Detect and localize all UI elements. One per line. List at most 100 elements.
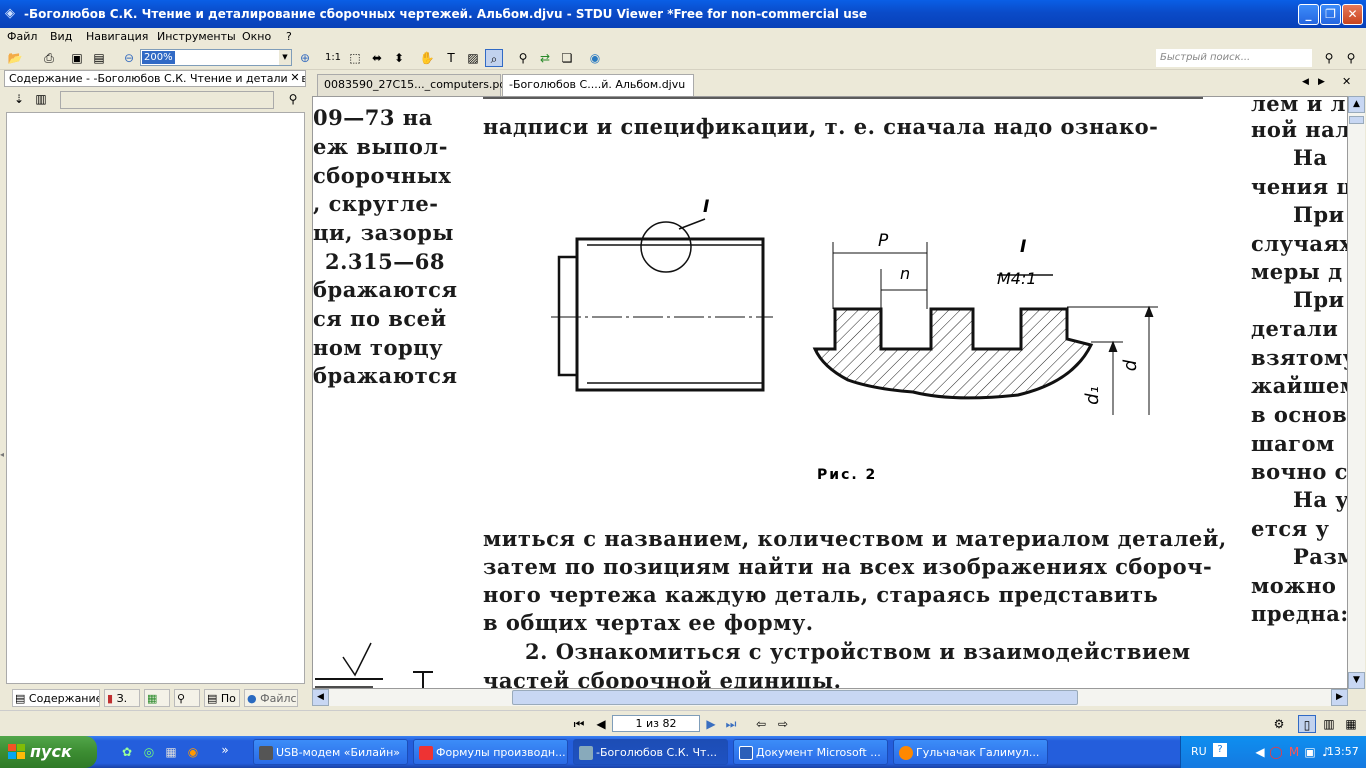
menu-help[interactable]: ? [286,30,292,43]
document-view[interactable]: 09—73 на еж выпол- сборочных , скругле- … [312,96,1348,689]
thumbnails-icon: ▦ [147,692,158,705]
bookmark-add-icon[interactable]: ⇣ [10,90,28,108]
vertical-scroll-thumb[interactable] [1349,116,1364,124]
first-page-icon[interactable]: ⏮ [570,715,588,733]
history-forward-icon[interactable]: ⇨ [774,715,792,733]
document-tabs: 0083590_27C15..._computers.pdf -Боголюбо… [312,72,1366,96]
tab-pdf-document[interactable]: 0083590_27C15..._computers.pdf [317,74,510,96]
last-page-icon[interactable]: ⏭ [722,715,740,733]
find-icon[interactable]: ⚲ [514,49,532,67]
zoom-out-icon[interactable]: ⊖ [120,49,138,67]
quicklaunch-icon[interactable]: ✿ [118,743,136,761]
zoom-tool-icon[interactable]: ⌕ [485,49,503,67]
tab-thumbnails[interactable]: ▦ [144,689,170,707]
start-button[interactable]: пуск [0,736,97,768]
menu-window[interactable]: Окно [242,30,271,43]
diameter-label: d [1120,359,1142,372]
detail-scale-label: M4:1 [997,269,1037,288]
fit-height-icon[interactable]: ⬍ [390,49,408,67]
select-text-icon[interactable]: T [442,49,460,67]
help-icon[interactable]: ? [1213,743,1227,757]
close-button[interactable]: ✕ [1342,4,1363,25]
minimize-button[interactable]: _ [1298,4,1319,25]
settings-icon[interactable]: ⚙ [1270,715,1288,733]
copy-icon[interactable]: ❏ [558,49,576,67]
select-image-icon[interactable]: ▨ [464,49,482,67]
scroll-right-icon[interactable]: ▶ [1331,689,1348,706]
tab-next-icon[interactable]: ▶ [1318,77,1325,87]
single-page-icon[interactable]: ▯ [1298,715,1316,733]
tab-search[interactable]: ⚲ [174,689,200,707]
detail-title-label: I [1020,237,1027,257]
bookmark-edit-icon[interactable]: ▥ [32,90,50,108]
maximize-button[interactable]: ❐ [1320,4,1341,25]
sidebar-search-input[interactable] [60,91,274,109]
menu-file[interactable]: Файл [7,30,37,43]
quicklaunch-icon[interactable]: ◎ [140,743,158,761]
clock: 13:57 [1327,745,1359,758]
vertical-scrollbar[interactable]: ▲ ▼ [1348,96,1365,689]
search-icon[interactable]: ⚲ [1320,49,1338,67]
task-browser[interactable]: Формулы производн... [413,739,568,765]
window-title: -Боголюбов С.К. Чтение и деталирование с… [24,7,868,21]
task-word[interactable]: Документ Microsoft ... [733,739,888,765]
sidebar-close-icon[interactable]: ✕ [288,71,302,85]
contents-panel [6,112,305,684]
next-page-icon[interactable]: ▶ [702,715,720,733]
quicklaunch-icon[interactable]: ▦ [162,743,180,761]
quick-search-input[interactable]: Быстрый поиск... [1156,49,1312,67]
two-pages-icon[interactable]: ▥ [1320,715,1338,733]
zoom-in-icon[interactable]: ⊕ [296,49,314,67]
zoom-combo[interactable]: 200% ▼ [140,49,292,66]
pages-tab-icon: ▤ [207,692,221,705]
more-icon[interactable]: » [216,741,234,759]
tab-prev-icon[interactable]: ◀ [1302,77,1309,87]
tab-close-icon[interactable]: ✕ [1342,75,1351,88]
shaft-view [551,218,773,392]
menu-navigation[interactable]: Навигация [86,30,148,43]
sidebar-search-icon[interactable]: ⚲ [284,90,302,108]
print-icon[interactable]: ⎙ [40,49,58,67]
chevron-down-icon[interactable]: ▼ [279,50,291,65]
pages-icon[interactable]: ▤ [90,49,108,67]
continuous-icon[interactable]: ▦ [1342,715,1360,733]
prev-page-icon[interactable]: ◀ [592,715,610,733]
scroll-left-icon[interactable]: ◀ [312,689,329,706]
scroll-up-icon[interactable]: ▲ [1348,96,1365,113]
tab-files[interactable]: ● Файлс [244,689,298,707]
actual-size-button[interactable]: 1:1 [324,49,342,67]
open-folder-icon[interactable]: 📂 [6,49,24,67]
windows-logo-icon [8,744,25,759]
tab-contents[interactable]: ▤ Содержание [12,689,100,707]
task-label: Формулы производн... [436,746,566,759]
scroll-down-icon[interactable]: ▼ [1348,672,1365,689]
task-label: USB-модем «Билайн» [276,746,401,759]
opera-icon[interactable]: ◯ [1267,743,1285,761]
horizontal-scroll-thumb[interactable] [512,690,1078,705]
language-indicator[interactable]: RU [1191,745,1207,758]
task-usb-modem[interactable]: USB-модем «Билайн» [253,739,408,765]
task-firefox[interactable]: Гульчачак Галимул... [893,739,1048,765]
zoom-value: 200% [142,51,175,64]
tab-pages[interactable]: ▤ По [204,689,240,707]
web-icon[interactable]: ◉ [586,49,604,67]
sync-icon[interactable]: ⇄ [536,49,554,67]
fit-page-icon[interactable]: ⬚ [346,49,364,67]
task-stdu-viewer[interactable]: -Боголюбов С.К. Чт... [573,739,728,765]
page-number-field[interactable]: 1 из 82 [612,715,700,732]
search-options-icon[interactable]: ⚲ [1342,49,1360,67]
hand-tool-icon[interactable]: ✋ [418,49,436,67]
horizontal-scrollbar[interactable]: ◀ ▶ [312,689,1348,706]
page-fit-icon[interactable]: ▣ [68,49,86,67]
tab-bookmarks[interactable]: ▮ З. [104,689,140,707]
menu-tools[interactable]: Инструменты [157,30,236,43]
history-back-icon[interactable]: ⇦ [752,715,770,733]
task-label: Гульчачак Галимул... [916,746,1040,759]
fit-width-icon[interactable]: ⬌ [368,49,386,67]
firefox-icon[interactable]: ◉ [184,743,202,761]
contents-icon: ▤ [15,692,29,705]
word-icon [739,746,753,760]
tab-djvu-document[interactable]: -Боголюбов С....й. Альбом.djvu [502,74,694,96]
menu-view[interactable]: Вид [50,30,72,43]
splitter-handle[interactable]: ◂ [0,450,6,470]
